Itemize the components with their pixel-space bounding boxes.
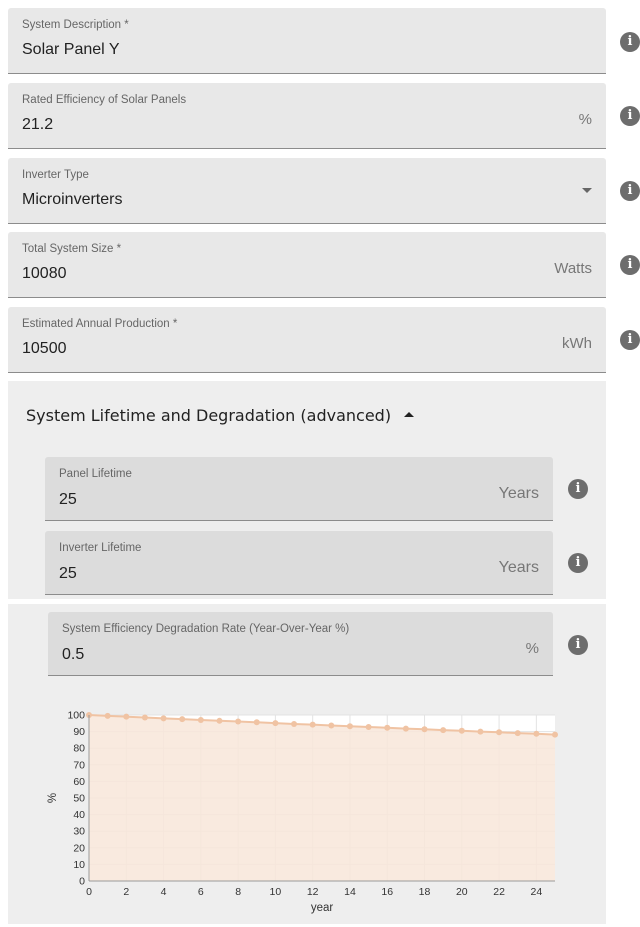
y-tick-label: 90 [73,726,85,738]
data-point [291,720,298,727]
y-axis-label: % [47,793,59,803]
y-tick-label: 70 [73,759,85,771]
x-tick-label: 14 [344,886,356,898]
y-tick-label: 10 [73,859,85,871]
x-tick-label: 8 [235,886,241,898]
data-point [197,716,204,723]
data-point [514,730,521,737]
y-tick-label: 0 [79,876,85,888]
data-point [346,723,353,730]
data-point [477,728,484,735]
x-axis-label: year [311,902,334,914]
data-point [402,725,409,732]
x-tick-label: 10 [270,886,282,898]
x-tick-label: 16 [381,886,393,898]
x-tick-label: 18 [419,886,431,898]
data-point [552,731,558,738]
y-tick-label: 20 [73,842,85,854]
data-point [496,729,503,736]
series-area [89,715,555,881]
data-point [141,714,148,721]
data-point [216,717,223,724]
data-point [104,712,111,719]
degradation-chart: 01020304050607080901000 2 4 6 8 10 12 14 16 18 20 2… [47,710,558,914]
data-point [365,723,372,730]
y-tick-label: 80 [73,743,85,755]
y-tick-label: 50 [73,793,85,805]
y-tick-label: 30 [73,826,85,838]
data-point [123,713,130,720]
y-tick-label: 60 [73,776,85,788]
x-tick-label: 2 [123,886,129,898]
data-point [235,718,242,725]
x-tick-label: 12 [307,886,319,898]
x-tick-label: 20 [456,886,468,898]
data-point [533,730,540,737]
x-tick-label: 24 [531,886,543,898]
data-point [272,720,279,727]
data-point [309,721,316,728]
data-point [458,727,465,734]
x-tick-label: 6 [198,886,204,898]
data-point [384,724,391,731]
data-point [179,716,186,723]
x-tick-label: 22 [493,886,505,898]
data-point [253,719,260,726]
data-point [421,726,428,733]
y-tick-label: 40 [73,809,85,821]
data-point [160,715,167,722]
x-tick-label: 4 [161,886,167,898]
x-tick-label: 0 [86,886,92,898]
data-point [328,722,335,729]
y-tick-label: 100 [67,710,85,722]
data-point [440,727,447,734]
